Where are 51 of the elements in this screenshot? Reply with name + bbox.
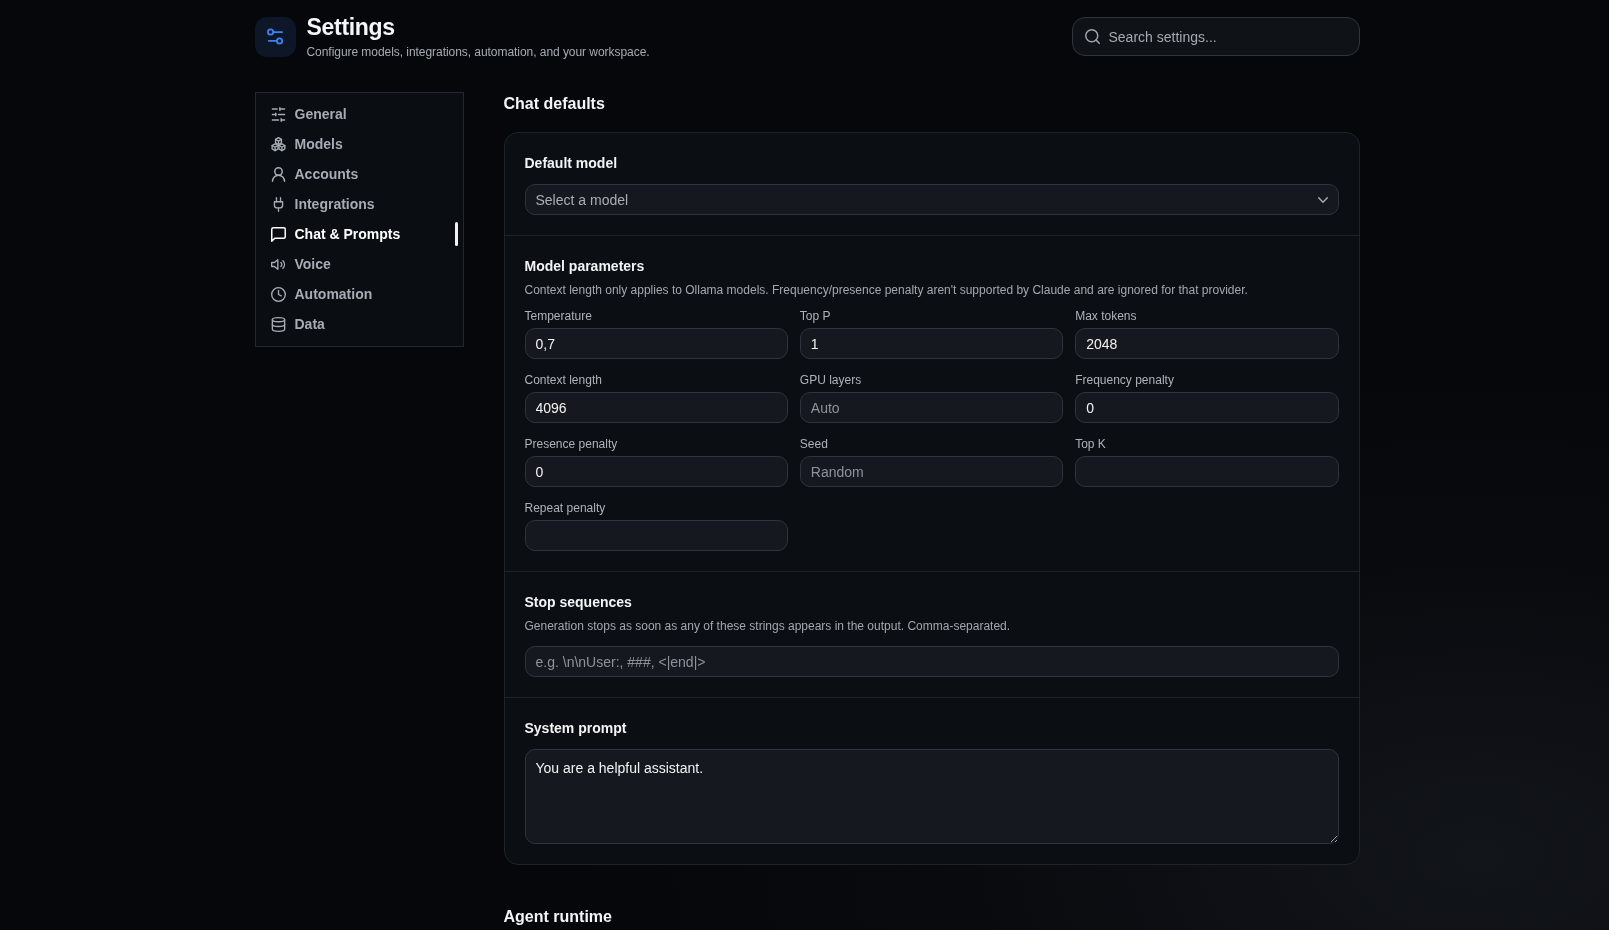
- page-title: Settings: [306, 13, 396, 41]
- field-label: Repeat penalty: [524, 500, 606, 516]
- field-label: Presence penalty: [524, 436, 618, 452]
- group-heading: System prompt: [524, 719, 628, 738]
- input-field[interactable]: 0,7: [524, 328, 788, 359]
- sidebar-item[interactable]: Voice: [262, 249, 458, 279]
- group-description: Context length only applies to Ollama models. Frequency/presence penalty aren't supported by Claude and are ignored for that provider.: [524, 282, 1249, 298]
- sidebar-item[interactable]: Chat & Prompts: [262, 219, 458, 249]
- input-field[interactable]: 4096: [524, 392, 788, 423]
- speaker-icon: [270, 256, 286, 272]
- textarea-field[interactable]: You are a helpful assistant.: [524, 749, 1339, 844]
- input-field[interactable]: Auto: [799, 392, 1064, 423]
- sidebar-item[interactable]: Automation: [262, 279, 458, 309]
- section-heading: Chat defaults: [503, 94, 606, 114]
- field-label: Top P: [799, 308, 831, 324]
- field-label: Seed: [799, 436, 828, 452]
- sidebar-item[interactable]: Models: [262, 129, 458, 159]
- sidebar-item[interactable]: General: [262, 99, 458, 129]
- field-label: Frequency penalty: [1075, 372, 1174, 388]
- field-label: Max tokens: [1075, 308, 1137, 324]
- model-select[interactable]: Select a model: [524, 184, 1339, 215]
- sidebar-item[interactable]: Integrations: [262, 189, 458, 219]
- page-subtitle: Configure models, integrations, automation, and your workspace.: [306, 44, 650, 60]
- input-field[interactable]: 0: [1075, 392, 1339, 423]
- cubes-icon: [270, 136, 286, 152]
- input-field[interactable]: 2048: [1075, 328, 1339, 359]
- group-description: Generation stops as soon as any of these strings appears in the output. Comma-separated.: [524, 618, 1012, 634]
- group-heading: Model parameters: [524, 257, 646, 276]
- chevron-down-icon: [1317, 196, 1328, 203]
- input-field[interactable]: 1: [799, 328, 1064, 359]
- field-label: GPU layers: [799, 372, 862, 388]
- input-field[interactable]: [1075, 456, 1339, 487]
- database-icon: [270, 316, 286, 332]
- input-field[interactable]: Random: [799, 456, 1064, 487]
- group-heading: Default model: [524, 154, 619, 173]
- sidebar-item[interactable]: Data: [262, 309, 458, 339]
- input-field[interactable]: 0: [524, 456, 788, 487]
- sliders-icon: [270, 106, 286, 122]
- sidebar-item[interactable]: Accounts: [262, 159, 458, 189]
- section-heading: Agent runtime: [503, 907, 613, 927]
- search-icon: [1084, 29, 1100, 44]
- input-field[interactable]: [524, 520, 788, 551]
- field-label: Top K: [1075, 436, 1106, 452]
- group-heading: Stop sequences: [524, 593, 633, 612]
- clock-icon: [270, 286, 286, 302]
- field-label: Temperature: [524, 308, 592, 324]
- field-label: Context length: [524, 372, 602, 388]
- sliders-icon: [254, 16, 296, 57]
- search-field[interactable]: Search settings...: [1071, 17, 1360, 56]
- user-icon: [270, 166, 286, 182]
- input-field[interactable]: e.g. \n\nUser:, ###, <|end|>: [524, 646, 1339, 677]
